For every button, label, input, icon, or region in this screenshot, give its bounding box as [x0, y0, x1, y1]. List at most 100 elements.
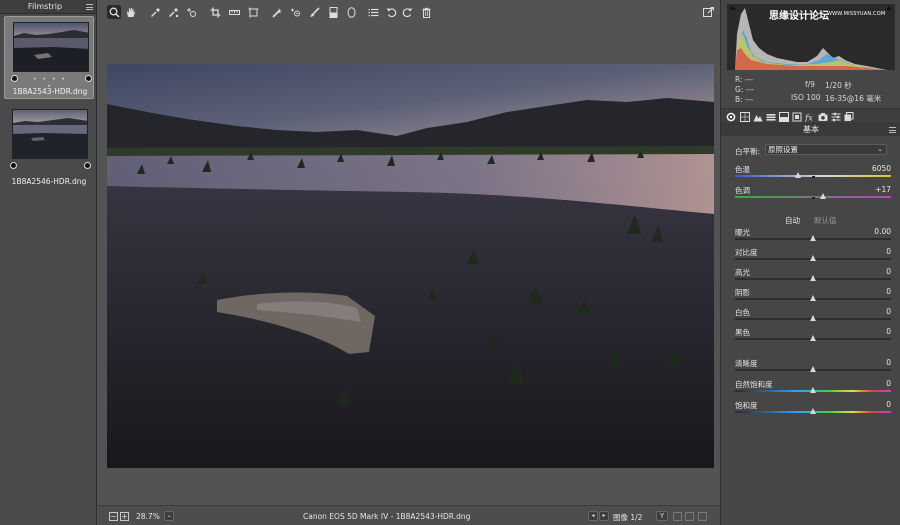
filmstrip-title: Filmstrip [27, 2, 63, 11]
slider-row: 曝光 0.00 [735, 227, 891, 247]
adjustment-brush-icon[interactable] [307, 5, 321, 19]
tab-snapshots-icon[interactable] [844, 112, 854, 122]
tab-tone-curve-icon[interactable] [740, 112, 750, 122]
image-preview-area[interactable] [98, 24, 720, 505]
view-mode-toggle[interactable]: Y [656, 511, 668, 521]
slider-center-mark [812, 176, 815, 178]
tab-split-toning-icon[interactable] [779, 112, 789, 122]
adjustment-panel: 思缘设计论坛 WWW.MISSYUAN.COM R: --- G: --- B:… [720, 0, 900, 525]
slider-thumb[interactable] [820, 193, 827, 199]
white-balance-select[interactable]: 原照设置 ⌄ [765, 144, 887, 155]
slider-thumb[interactable] [809, 275, 816, 281]
tab-presets-icon[interactable] [831, 112, 841, 122]
slider-thumb[interactable] [809, 315, 816, 321]
prev-image-button[interactable]: ◂ [588, 511, 598, 521]
slider-thumb[interactable] [809, 408, 816, 414]
slider-row: 清晰度 0 [735, 358, 891, 378]
transform-icon[interactable] [246, 5, 260, 19]
slider-value[interactable]: 0 [886, 287, 891, 296]
slider-value[interactable]: 0 [886, 327, 891, 336]
compare-right-icon[interactable] [685, 512, 694, 521]
preferences-icon[interactable] [366, 5, 380, 19]
auto-button[interactable]: 自动 [785, 215, 800, 226]
tab-hsl-icon[interactable] [766, 112, 776, 122]
next-image-button[interactable]: ▸ [599, 511, 609, 521]
slider-row: 自然饱和度 0 [735, 379, 891, 399]
histogram: 思缘设计论坛 WWW.MISSYUAN.COM [727, 4, 895, 70]
zoom-out-button[interactable]: − [109, 512, 118, 521]
tab-basic-icon[interactable] [726, 112, 736, 122]
exif-aperture: f/9 [805, 80, 815, 89]
slider-value[interactable]: +17 [875, 185, 891, 194]
slider-thumb[interactable] [809, 335, 816, 341]
slider-label: 色温 [735, 165, 750, 174]
exif-shutter: 1/20 秒 [825, 81, 852, 90]
hand-icon[interactable] [123, 5, 137, 19]
zoom-dropdown[interactable]: ⌄ [164, 511, 174, 521]
zoom-icon[interactable] [107, 5, 121, 19]
section-menu-icon[interactable] [889, 127, 896, 133]
slider-label: 曝光 [735, 228, 750, 237]
tool-bar [98, 0, 720, 24]
trash-icon[interactable] [419, 5, 433, 19]
rotate-cw-icon[interactable] [400, 5, 414, 19]
filmstrip-menu-icon[interactable] [86, 4, 93, 10]
file-info: Canon EOS 5D Mark IV - 1B8A2543-HDR.dng [303, 512, 471, 521]
slider-thumb[interactable] [809, 235, 816, 241]
straighten-icon[interactable] [227, 5, 241, 19]
slider-label: 清晰度 [735, 359, 758, 368]
crop-icon[interactable] [208, 5, 222, 19]
edited-badge-icon [84, 162, 91, 169]
slider-thumb[interactable] [809, 366, 816, 372]
slider-value[interactable]: 6050 [872, 164, 891, 173]
slider-thumb[interactable] [809, 255, 816, 261]
flag-icon[interactable] [11, 75, 18, 82]
filmstrip-item[interactable]: • • • • • 1B8A2543-HDR.dng [4, 16, 94, 99]
spot-removal-icon[interactable] [270, 5, 284, 19]
slider-value[interactable]: 0 [886, 358, 891, 367]
graduated-filter-icon[interactable] [326, 5, 340, 19]
slider-value[interactable]: 0 [886, 267, 891, 276]
color-sampler-icon[interactable] [166, 5, 180, 19]
tab-detail-icon[interactable] [753, 112, 763, 122]
image-counter: 图像 1/2 [613, 513, 643, 522]
rgb-readout-g: G: --- [735, 85, 754, 94]
shadow-clipping-icon[interactable] [730, 6, 736, 10]
slider-thumb[interactable] [809, 387, 816, 393]
radial-filter-icon[interactable] [344, 5, 358, 19]
slider-row: 白色 0 [735, 307, 891, 327]
slider-label: 饱和度 [735, 401, 758, 410]
tab-effects-icon[interactable]: fx [805, 112, 815, 123]
slider-value[interactable]: 0 [886, 247, 891, 256]
slider-thumb[interactable] [795, 172, 802, 178]
fullscreen-icon[interactable] [701, 5, 715, 19]
filmstrip-panel: Filmstrip • • • • • 1B8A2543-HDR.dng 1B8… [0, 0, 97, 525]
tab-lens-icon[interactable] [792, 112, 802, 122]
zoom-level: 28.7% [136, 512, 160, 521]
preview-photo[interactable] [107, 64, 714, 468]
compare-left-icon[interactable] [673, 512, 682, 521]
highlight-clipping-icon[interactable] [886, 6, 892, 10]
slider-row: 高光 0 [735, 267, 891, 287]
red-eye-icon[interactable] [288, 5, 302, 19]
exif-lens: 16-35@16 毫米 [825, 94, 882, 103]
tab-camera-calibration-icon[interactable] [818, 112, 828, 122]
filmstrip-item[interactable]: 1B8A2546-HDR.dng [4, 104, 94, 187]
slider-value[interactable]: 0 [886, 307, 891, 316]
default-button[interactable]: 默认值 [814, 215, 837, 226]
slider-value[interactable]: 0.00 [874, 227, 891, 236]
slider-label: 对比度 [735, 248, 758, 257]
slider-row: 阴影 0 [735, 287, 891, 307]
target-adjust-icon[interactable] [184, 5, 198, 19]
slider-value[interactable]: 0 [886, 379, 891, 388]
rotate-ccw-icon[interactable] [384, 5, 398, 19]
slider-label: 白色 [735, 308, 750, 317]
edited-badge-icon [85, 75, 92, 82]
slider-label: 高光 [735, 268, 750, 277]
flag-icon[interactable] [10, 162, 17, 169]
slider-thumb[interactable] [809, 295, 816, 301]
slider-value[interactable]: 0 [886, 400, 891, 409]
white-balance-icon[interactable] [148, 5, 162, 19]
zoom-in-button[interactable]: + [120, 512, 129, 521]
preview-settings-icon[interactable] [698, 512, 707, 521]
